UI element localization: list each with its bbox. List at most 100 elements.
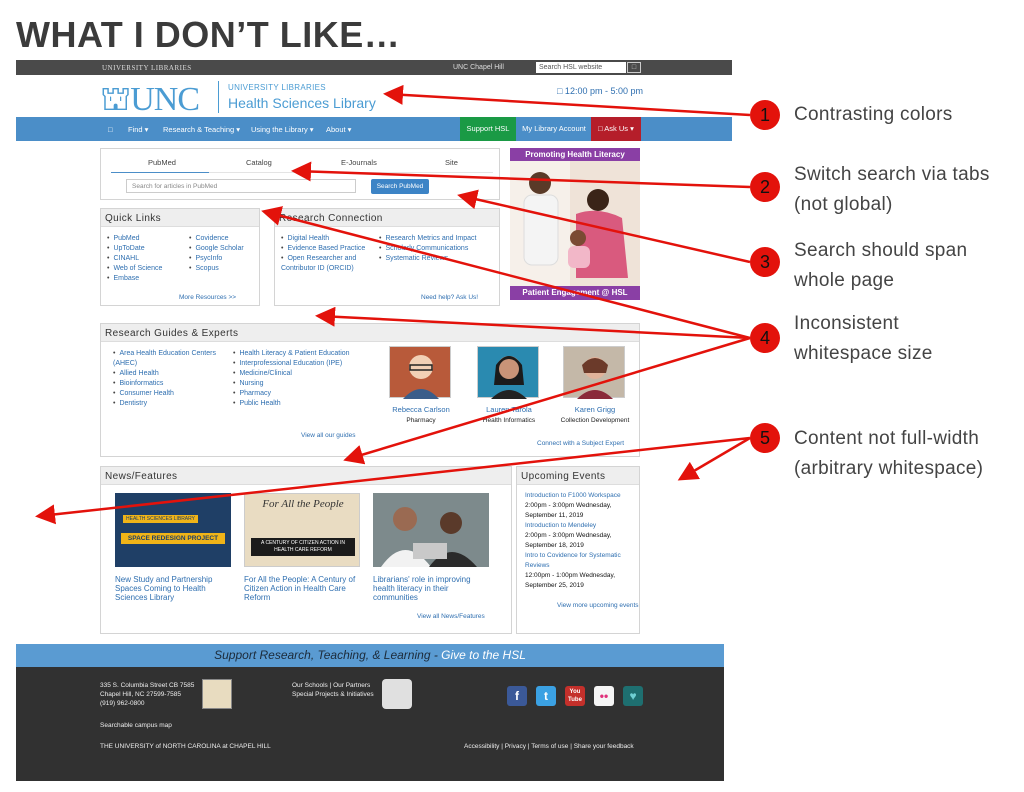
event-title[interactable]: Intro to Covidence for Systematic Review… bbox=[525, 551, 639, 571]
more-resources-link[interactable]: More Resources >> bbox=[179, 294, 236, 301]
footer-links: Our Schools | Our Partners Special Proje… bbox=[292, 681, 374, 699]
annotation-number: 1 bbox=[750, 100, 780, 130]
event-title[interactable]: Introduction to Mendeley bbox=[525, 521, 639, 531]
guide-link[interactable]: Consumer Health bbox=[113, 389, 233, 399]
nav-about[interactable]: About ▾ bbox=[326, 125, 351, 134]
guide-link[interactable]: Medicine/Clinical bbox=[233, 369, 363, 379]
expert-role: Collection Development bbox=[560, 417, 630, 424]
university-libraries-link[interactable]: UNIVERSITY LIBRARIES bbox=[102, 64, 192, 72]
guide-link[interactable]: Pharmacy bbox=[233, 389, 363, 399]
my-library-account-button[interactable]: My Library Account bbox=[518, 117, 590, 141]
news-image[interactable]: HEALTH SCIENCES LIBRARY SPACE REDESIGN P… bbox=[115, 493, 231, 567]
support-text: Support Research, Teaching, & Learning - bbox=[214, 648, 442, 662]
tab-catalog[interactable]: Catalog bbox=[246, 158, 272, 167]
site-search-button[interactable]: □ bbox=[627, 62, 641, 73]
site-search-input[interactable]: Search HSL website bbox=[536, 62, 626, 73]
youtube-icon[interactable]: You Tube bbox=[565, 686, 585, 706]
search-panel: PubMed Catalog E-Journals Site Search fo… bbox=[100, 148, 500, 200]
nav-research-teaching[interactable]: Research & Teaching ▾ bbox=[163, 125, 240, 134]
quick-link[interactable]: PubMed bbox=[107, 234, 162, 244]
guide-link[interactable]: Public Health bbox=[233, 399, 363, 409]
expert-name[interactable]: Karen Grigg bbox=[555, 405, 635, 414]
nav-using-library[interactable]: Using the Library ▾ bbox=[251, 125, 314, 134]
guide-link[interactable]: Allied Health bbox=[113, 369, 233, 379]
quick-link[interactable]: Embase bbox=[107, 274, 162, 284]
research-connection-panel: Research Connection Digital Health Evide… bbox=[274, 208, 500, 306]
guide-link[interactable]: Health Literacy & Patient Education bbox=[233, 349, 363, 359]
quick-link[interactable]: PsycInfo bbox=[189, 254, 244, 264]
logo-divider bbox=[218, 81, 219, 113]
news-title[interactable]: New Study and Partnership Spaces Coming … bbox=[115, 575, 233, 602]
news-title[interactable]: Librarians' role in improving health lit… bbox=[373, 575, 491, 602]
guide-link[interactable]: Dentistry bbox=[113, 399, 233, 409]
special-projects-link[interactable]: Special Projects & Initiatives bbox=[292, 690, 374, 699]
logo-university-libraries: UNIVERSITY LIBRARIES bbox=[228, 83, 326, 92]
connect-expert-link[interactable]: Connect with a Subject Expert bbox=[537, 440, 624, 447]
campus-map-link[interactable]: Searchable campus map bbox=[100, 722, 172, 729]
partners-thumbnail[interactable] bbox=[382, 679, 412, 709]
unc-chapel-hill-link[interactable]: UNC Chapel Hill bbox=[453, 64, 504, 71]
events-list: Introduction to F1000 Workspace 2:00pm -… bbox=[525, 491, 639, 591]
guide-link[interactable]: Bioinformatics bbox=[113, 379, 233, 389]
expert-name[interactable]: Lauren Tarola bbox=[469, 405, 549, 414]
research-guides-panel: Research Guides & Experts Area Health Ed… bbox=[100, 323, 640, 457]
expert-photo[interactable] bbox=[563, 346, 625, 399]
footer-address: 335 S. Columbia Street CB 7585 Chapel Hi… bbox=[100, 681, 194, 708]
nav-find[interactable]: Find ▾ bbox=[128, 125, 148, 134]
research-link[interactable]: Scholarly Communications bbox=[379, 244, 499, 254]
research-guides-heading: Research Guides & Experts bbox=[101, 324, 639, 342]
tab-pubmed[interactable]: PubMed bbox=[148, 158, 176, 167]
search-pubmed-button[interactable]: Search PubMed bbox=[371, 179, 429, 194]
annotation-number: 5 bbox=[750, 423, 780, 453]
map-thumbnail[interactable] bbox=[202, 679, 232, 709]
flickr-icon[interactable]: •• bbox=[594, 686, 614, 706]
research-link[interactable]: Open Researcher and Contributor ID (ORCI… bbox=[281, 254, 376, 274]
address-line: (919) 962-0800 bbox=[100, 700, 145, 707]
event-title[interactable]: Introduction to F1000 Workspace bbox=[525, 491, 639, 501]
footer-bottom-links[interactable]: Accessibility | Privacy | Terms of use |… bbox=[464, 743, 634, 750]
news-image[interactable] bbox=[373, 493, 489, 567]
pubmed-search-input[interactable]: Search for articles in PubMed bbox=[126, 179, 356, 193]
twitter-icon[interactable]: t bbox=[536, 686, 556, 706]
research-link[interactable]: Digital Health bbox=[281, 234, 376, 244]
support-hsl-button[interactable]: Support HSL bbox=[460, 117, 516, 141]
research-link[interactable]: Evidence Based Practice bbox=[281, 244, 376, 254]
quick-link[interactable]: CINAHL bbox=[107, 254, 162, 264]
give-link[interactable]: Give to the HSL bbox=[441, 648, 526, 662]
view-all-news-link[interactable]: View all News/Features bbox=[417, 613, 485, 620]
more-events-link[interactable]: View more upcoming events bbox=[557, 602, 639, 609]
research-link[interactable]: Research Metrics and Impact bbox=[379, 234, 499, 244]
ask-us-button[interactable]: □ Ask Us ▾ bbox=[591, 117, 641, 141]
library-hours[interactable]: □ 12:00 pm - 5:00 pm bbox=[557, 86, 643, 96]
support-banner[interactable]: Support Research, Teaching, & Learning -… bbox=[16, 644, 724, 667]
home-icon[interactable]: □ bbox=[108, 125, 113, 134]
expert-photo[interactable] bbox=[477, 346, 539, 399]
quick-link[interactable]: Web of Science bbox=[107, 264, 162, 274]
old-well-icon: ⛫ bbox=[100, 81, 131, 118]
quick-link[interactable]: Covidence bbox=[189, 234, 244, 244]
quick-link[interactable]: Scopus bbox=[189, 264, 244, 274]
guide-link[interactable]: Nursing bbox=[233, 379, 363, 389]
news-title[interactable]: For All the People: A Century of Citizen… bbox=[244, 575, 362, 602]
logo-health-sciences-library[interactable]: Health Sciences Library bbox=[228, 95, 376, 111]
guide-link[interactable]: Interprofessional Education (IPE) bbox=[233, 359, 363, 369]
quick-link[interactable]: UpToDate bbox=[107, 244, 162, 254]
quick-link[interactable]: Google Scholar bbox=[189, 244, 243, 254]
research-connection-heading: Research Connection bbox=[275, 209, 499, 227]
guide-link[interactable]: Area Health Education Centers (AHEC) bbox=[113, 349, 233, 369]
news-image[interactable]: For All the People A CENTURY OF CITIZEN … bbox=[244, 493, 360, 567]
need-help-link[interactable]: Need help? Ask Us! bbox=[421, 294, 478, 301]
expert-photo[interactable] bbox=[389, 346, 451, 399]
address-line: 335 S. Columbia Street CB 7585 bbox=[100, 682, 195, 689]
heart-icon[interactable]: ♥ bbox=[623, 686, 643, 706]
expert-role: Pharmacy bbox=[406, 417, 436, 424]
tab-site[interactable]: Site bbox=[445, 158, 458, 167]
expert-name[interactable]: Rebecca Carlson bbox=[381, 405, 461, 414]
guides-col1: Area Health Education Centers (AHEC) All… bbox=[113, 349, 233, 409]
research-link[interactable]: Systematic Reviews bbox=[379, 254, 499, 264]
schools-partners-link[interactable]: Our Schools | Our Partners bbox=[292, 681, 374, 690]
view-all-guides-link[interactable]: View all our guides bbox=[301, 432, 355, 439]
tab-ejournals[interactable]: E-Journals bbox=[341, 158, 377, 167]
facebook-icon[interactable]: f bbox=[507, 686, 527, 706]
promo-banner[interactable]: Promoting Health Literacy Patient Engage… bbox=[510, 148, 640, 300]
